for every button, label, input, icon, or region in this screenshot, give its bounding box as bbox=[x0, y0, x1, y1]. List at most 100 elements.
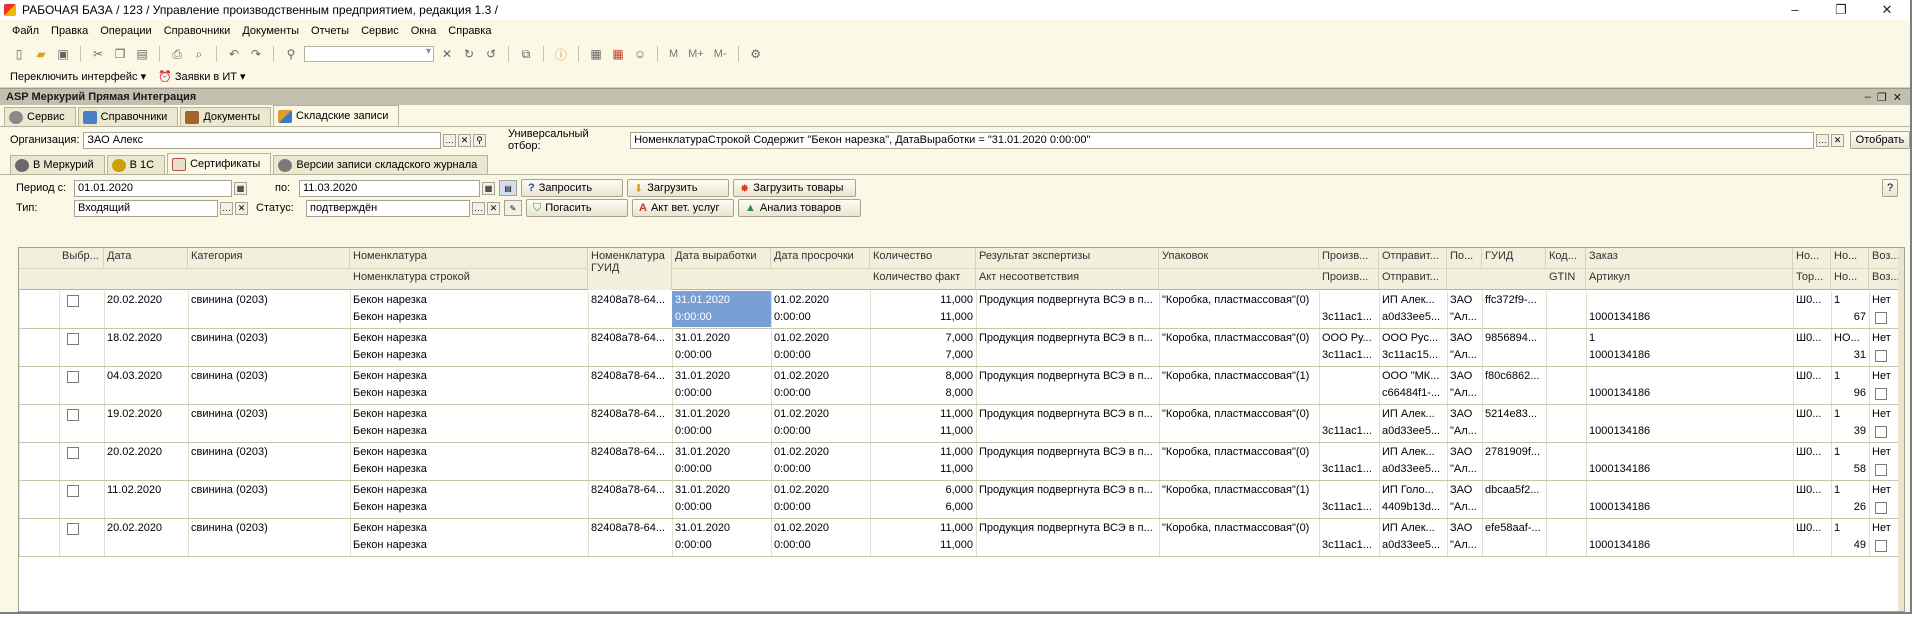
cell-sender[interactable]: ИП Голо... bbox=[1379, 483, 1447, 497]
header-expiry-date[interactable]: Дата просрочки bbox=[771, 248, 870, 268]
table-row[interactable]: 04.03.2020 свинина (0203) Бекон нарезка Бек… bbox=[19, 367, 1904, 405]
cell-nom-str[interactable]: Бекон нарезка bbox=[350, 310, 588, 324]
search-combo[interactable] bbox=[304, 46, 434, 62]
header-expertise-result[interactable]: Результат экспертизы bbox=[976, 248, 1159, 268]
cell-po2[interactable]: "Ал... bbox=[1447, 348, 1482, 362]
cell-article[interactable]: 1000134186 bbox=[1586, 386, 1793, 400]
cell-category[interactable]: свинина (0203) bbox=[188, 445, 350, 459]
header-select[interactable]: Выбр... bbox=[59, 248, 104, 268]
universal-filter-select-button[interactable]: … bbox=[1816, 133, 1829, 147]
header-po[interactable]: По... bbox=[1447, 248, 1482, 268]
header-gtin[interactable]: GTIN bbox=[1546, 269, 1586, 289]
menu-file[interactable]: Файл bbox=[12, 25, 39, 37]
cut-icon[interactable]: ✂ bbox=[89, 45, 107, 63]
table-scrollbar[interactable] bbox=[1898, 248, 1904, 611]
cell-po[interactable]: ЗАО bbox=[1447, 407, 1482, 421]
cell-po[interactable]: ЗАО bbox=[1447, 293, 1482, 307]
cell-prod-date[interactable]: 31.01.2020 bbox=[672, 483, 771, 497]
signature-icon[interactable]: ✎ bbox=[504, 200, 522, 216]
cell-n3[interactable]: 31 bbox=[1831, 348, 1869, 362]
cell-pack[interactable]: "Коробка, пластмассовая"(0) bbox=[1159, 331, 1319, 345]
print-preview-icon[interactable]: ⌕ bbox=[190, 45, 208, 63]
close-button[interactable]: ✕ bbox=[1864, 1, 1910, 19]
cell-nom-str[interactable]: Бекон нарезка bbox=[350, 538, 588, 552]
cell-po2[interactable]: "Ал... bbox=[1447, 462, 1482, 476]
cell-sender[interactable]: ИП Алек... bbox=[1379, 293, 1447, 307]
cell-qty[interactable]: 6,000 bbox=[870, 483, 976, 497]
cell-prod2[interactable]: 3c11ac1... bbox=[1319, 462, 1379, 476]
cell-date[interactable]: 11.02.2020 bbox=[104, 483, 188, 497]
cell-category[interactable]: свинина (0203) bbox=[188, 293, 350, 307]
cell-n2[interactable]: НО... bbox=[1831, 331, 1869, 345]
cell-result[interactable]: Продукция подвергнута ВСЭ в п... bbox=[976, 369, 1159, 383]
cell-n3[interactable]: 67 bbox=[1831, 310, 1869, 324]
cell-result[interactable]: Продукция подвергнута ВСЭ в п... bbox=[976, 331, 1159, 345]
menu-catalogs[interactable]: Справочники bbox=[164, 25, 231, 37]
header-category[interactable]: Категория bbox=[188, 248, 350, 268]
header-nomenclature[interactable]: Номенклатура bbox=[350, 248, 588, 268]
cell-prod-date[interactable]: 31.01.2020 bbox=[672, 445, 771, 459]
cell-exp-time[interactable]: 0:00:00 bbox=[771, 310, 870, 324]
tab-service[interactable]: Сервис bbox=[4, 107, 76, 126]
load-button[interactable]: ⬇ Загрузить bbox=[627, 179, 729, 197]
cell-article[interactable]: 1000134186 bbox=[1586, 538, 1793, 552]
cell-po2[interactable]: "Ал... bbox=[1447, 538, 1482, 552]
windows-icon[interactable]: ⧉ bbox=[517, 45, 535, 63]
organization-field[interactable]: ЗАО Алекс bbox=[83, 131, 442, 149]
cell-po2[interactable]: "Ал... bbox=[1447, 500, 1482, 514]
cell-exp-time[interactable]: 0:00:00 bbox=[771, 538, 870, 552]
load-goods-button[interactable]: ✸ Загрузить товары bbox=[733, 179, 856, 197]
cell-prod-time[interactable]: 0:00:00 bbox=[672, 348, 771, 362]
cell-qty-fact[interactable]: 11,000 bbox=[870, 424, 976, 438]
print-icon[interactable]: ⎙ bbox=[168, 45, 186, 63]
status-clear-button[interactable]: ✕ bbox=[487, 201, 500, 215]
cell-n2[interactable]: 1 bbox=[1831, 407, 1869, 421]
cell-category[interactable]: свинина (0203) bbox=[188, 483, 350, 497]
cell-article[interactable]: 1000134186 bbox=[1586, 310, 1793, 324]
cell-pack[interactable]: "Коробка, пластмассовая"(0) bbox=[1159, 293, 1319, 307]
cell-qty-fact[interactable]: 11,000 bbox=[870, 462, 976, 476]
organization-search-button[interactable]: ⚲ bbox=[473, 133, 487, 147]
cell-n1[interactable]: Ш0... bbox=[1793, 483, 1831, 497]
cell-qty[interactable]: 11,000 bbox=[870, 293, 976, 307]
cell-po2[interactable]: "Ал... bbox=[1447, 310, 1482, 324]
cell-po[interactable]: ЗАО bbox=[1447, 369, 1482, 383]
cell-prod-time[interactable]: 0:00:00 bbox=[672, 310, 771, 324]
cell-sender2[interactable]: 4409b13d... bbox=[1379, 500, 1447, 514]
cell-prod-date[interactable]: 31.01.2020 bbox=[672, 331, 771, 345]
cell-sender[interactable]: ООО Рус... bbox=[1379, 331, 1447, 345]
header-no1[interactable]: Но... bbox=[1793, 248, 1831, 268]
header-packages[interactable]: Упаковок bbox=[1159, 248, 1319, 268]
cell-qty[interactable]: 11,000 bbox=[870, 407, 976, 421]
cell-nom-str[interactable]: Бекон нарезка bbox=[350, 386, 588, 400]
period-from-calendar-icon[interactable]: ▦ bbox=[234, 181, 247, 195]
find-next-icon[interactable]: ↻ bbox=[460, 45, 478, 63]
cell-guid[interactable]: ffc372f9-... bbox=[1482, 293, 1546, 307]
cell-n1[interactable]: Ш0... bbox=[1793, 331, 1831, 345]
cell-guid-nom[interactable]: 82408a78-64... bbox=[588, 293, 672, 307]
tab-certificates[interactable]: Сертификаты bbox=[167, 153, 272, 174]
cell-guid[interactable]: 5214e83... bbox=[1482, 407, 1546, 421]
cell-qty[interactable]: 8,000 bbox=[870, 369, 976, 383]
cell-nom-str[interactable]: Бекон нарезка bbox=[350, 348, 588, 362]
header-production-date[interactable]: Дата выработки bbox=[672, 248, 771, 268]
cell-category[interactable]: свинина (0203) bbox=[188, 521, 350, 535]
cell-exp-time[interactable]: 0:00:00 bbox=[771, 500, 870, 514]
cell-exp-date[interactable]: 01.02.2020 bbox=[771, 407, 870, 421]
cell-sender2[interactable]: 3c11ac15... bbox=[1379, 348, 1447, 362]
status-field[interactable]: подтверждён bbox=[306, 199, 470, 217]
cell-nom-str[interactable]: Бекон нарезка bbox=[350, 500, 588, 514]
type-clear-button[interactable]: ✕ bbox=[235, 201, 248, 215]
cell-n3[interactable]: 58 bbox=[1831, 462, 1869, 476]
cell-exp-time[interactable]: 0:00:00 bbox=[771, 386, 870, 400]
cell-po[interactable]: ЗАО bbox=[1447, 483, 1482, 497]
cell-prod2[interactable]: 3c11ac1... bbox=[1319, 538, 1379, 552]
cell-prod2[interactable]: 3c11ac1... bbox=[1319, 500, 1379, 514]
cell-prod-time[interactable]: 0:00:00 bbox=[672, 462, 771, 476]
cell-prod-time[interactable]: 0:00:00 bbox=[672, 538, 771, 552]
header-no3[interactable]: Но... bbox=[1831, 269, 1869, 289]
cell-nom-str[interactable]: Бекон нарезка bbox=[350, 424, 588, 438]
return-checkbox[interactable] bbox=[1875, 312, 1887, 324]
header-nomenclature-guid[interactable]: Номенклатура ГУИД bbox=[588, 248, 672, 290]
cell-sender2[interactable]: c66484f1-... bbox=[1379, 386, 1447, 400]
